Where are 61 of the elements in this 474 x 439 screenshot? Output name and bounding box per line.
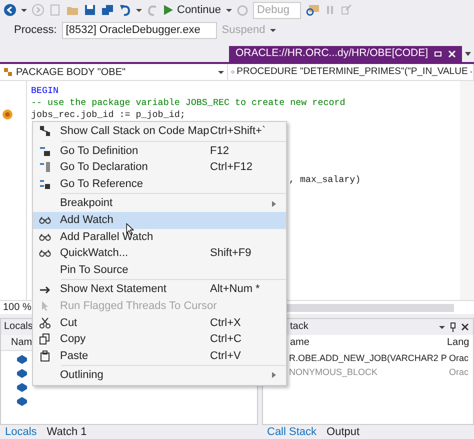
menu-item[interactable]: Show Next Statement Alt+Num * — [33, 281, 286, 298]
continue-button[interactable]: Continue — [164, 2, 222, 18]
menu-item[interactable]: Add Parallel Watch — [33, 228, 286, 246]
menu-item[interactable]: Go To Definition F12 — [33, 142, 286, 160]
menu-item[interactable]: Show Call Stack on Code MapCtrl+Shift+` — [33, 123, 286, 140]
code-line: jobs_rec.job_id := p_job_id; — [31, 109, 186, 121]
close-icon[interactable] — [461, 323, 469, 331]
menu-item[interactable]: Add Watch — [33, 212, 286, 229]
process-label: Process: — [14, 22, 57, 38]
menu-item[interactable]: Outlining — [33, 367, 286, 384]
restart-icon[interactable] — [237, 4, 248, 16]
caret-icon[interactable] — [136, 7, 142, 13]
submenu-arrow-icon — [272, 200, 276, 207]
stack-frame-name: NONYMOUS_BLOCK — [289, 366, 379, 379]
caret-icon[interactable] — [464, 51, 472, 57]
save-icon[interactable] — [84, 4, 96, 16]
panel-tab[interactable]: Output — [322, 425, 365, 439]
find-icon[interactable] — [306, 4, 320, 16]
process-dropdown[interactable]: [8532] OracleDebugger.exe — [62, 22, 217, 38]
type-dropdown[interactable]: PACKAGE BODY "OBE" — [0, 64, 228, 80]
menu-item[interactable]: Breakpoint — [33, 195, 286, 212]
column-header: ame — [290, 336, 310, 350]
pointer-icon — [39, 300, 51, 312]
stack-frame-name: R.OBE.ADD_NEW_JOB(VARCHAR2 P — [289, 352, 447, 365]
save-all-icon[interactable] — [101, 4, 114, 16]
code-map-icon — [39, 125, 51, 138]
code-line: BEGIN — [31, 85, 59, 97]
code-line: -- use the package variable JOBS_REC to create new record — [31, 97, 346, 109]
glasses-icon — [39, 247, 51, 260]
undo-icon[interactable] — [119, 4, 131, 16]
caret-icon — [218, 69, 224, 75]
back-icon[interactable] — [4, 4, 16, 16]
vertical-scrollbar[interactable] — [460, 81, 474, 300]
copy-icon — [39, 333, 51, 346]
go-to-definition-icon — [39, 144, 51, 157]
caret-icon[interactable] — [270, 27, 276, 33]
panel-tab[interactable]: Watch 1 — [42, 425, 92, 439]
paste-icon — [39, 350, 51, 362]
go-to-reference-icon — [39, 178, 51, 190]
arrow-right-icon — [39, 284, 51, 296]
caret-icon — [470, 69, 472, 75]
caret-icon[interactable] — [439, 324, 445, 330]
menu-item[interactable]: QuickWatch... Shift+F9 — [33, 245, 286, 262]
submenu-arrow-icon — [272, 372, 276, 378]
language-cell-text: Orac — [449, 352, 470, 365]
caret-icon[interactable] — [21, 7, 27, 13]
column-header: Lang — [447, 336, 470, 350]
pin-icon[interactable] — [449, 322, 457, 332]
go-to-declaration-icon — [39, 161, 51, 174]
glasses-icon — [39, 214, 51, 226]
scissors-icon — [39, 316, 51, 329]
package-icon — [3, 67, 13, 77]
member-dropdown[interactable]: PROCEDURE "DETERMINE_PRIMES"("P_IN_VALUE — [228, 64, 474, 80]
menu-item[interactable]: Pin To Source — [33, 262, 286, 278]
caret-icon[interactable] — [226, 7, 232, 13]
code-line: , max_salary) — [289, 174, 361, 186]
play-icon — [164, 5, 173, 15]
language-cell-text: Orac — [449, 366, 470, 379]
panel-title: tack — [290, 320, 310, 334]
menu-item[interactable]: Go To Reference — [33, 176, 286, 192]
menu-item[interactable]: Go To Declaration Ctrl+F12 — [33, 159, 286, 176]
